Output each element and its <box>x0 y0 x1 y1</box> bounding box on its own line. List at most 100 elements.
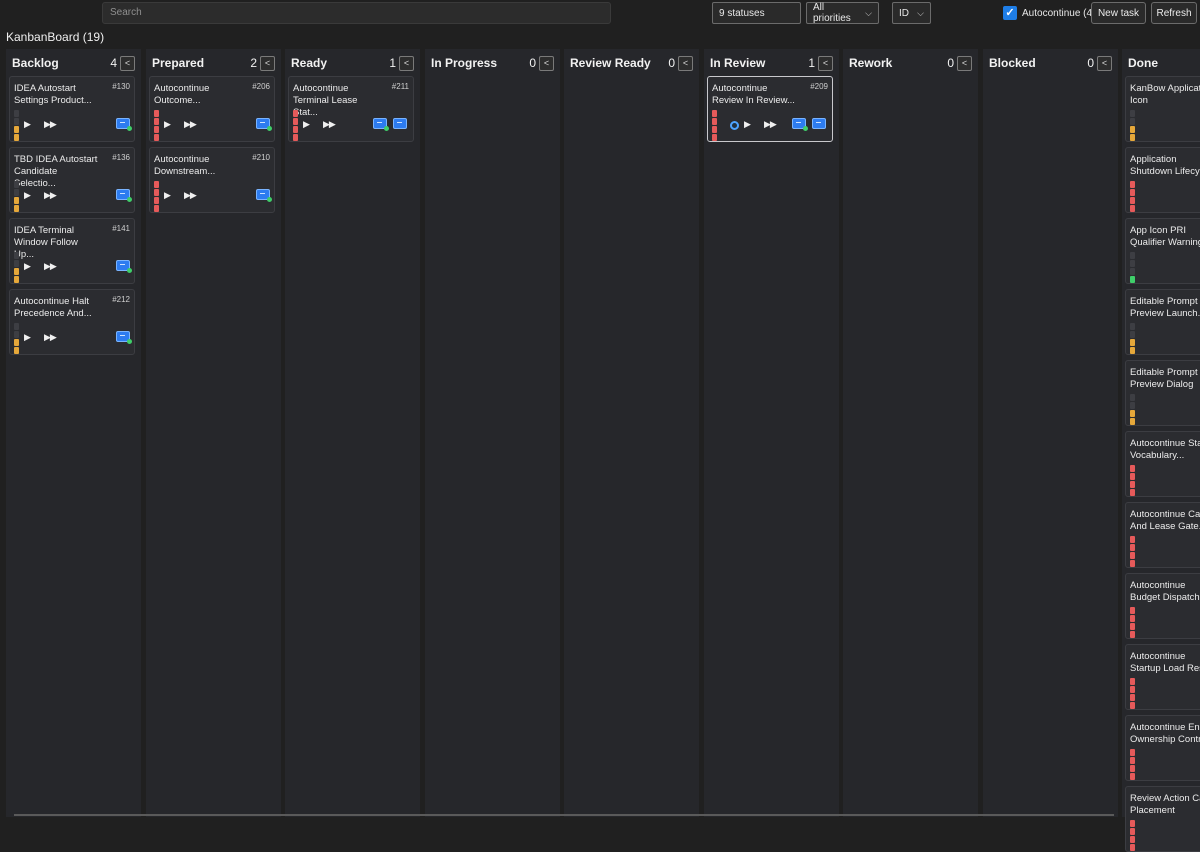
task-card[interactable]: Editable Prompt Preview Dialog <box>1125 360 1200 426</box>
chevron-down-icon: ⌵ <box>917 7 924 18</box>
column-count: 0 <box>529 56 536 70</box>
refresh-button[interactable]: Refresh <box>1151 2 1197 24</box>
task-card[interactable]: IDEA Terminal Window Follow Up... #141 ▶ ▶▶ <box>9 218 135 284</box>
task-card[interactable]: KanBow Applicati Icon <box>1125 76 1200 142</box>
sort-dropdown[interactable]: ID ⌵ <box>892 2 931 24</box>
priority-filter-dropdown[interactable]: All priorities ⌵ <box>806 2 879 24</box>
search-input[interactable]: Search <box>102 2 611 24</box>
status-filter-dropdown[interactable]: 9 statuses <box>712 2 801 24</box>
priority-indicator <box>1130 678 1135 710</box>
card-title: Review Action Ca Placement <box>1130 793 1200 816</box>
task-card[interactable]: Application Shutdown Lifecy <box>1125 147 1200 213</box>
task-card[interactable]: IDEA Autostart Settings Product... #130 ▶ ▶… <box>9 76 135 142</box>
collapse-column-button[interactable]: < <box>957 55 972 71</box>
priority-indicator <box>1130 536 1135 568</box>
column-title: Ready <box>291 56 328 70</box>
play-icon[interactable]: ▶ <box>24 332 31 343</box>
fast-forward-icon[interactable]: ▶▶ <box>764 119 777 130</box>
task-card[interactable]: Autocontinue Sta Vocabulary... <box>1125 431 1200 497</box>
priority-indicator <box>1130 465 1135 497</box>
terminal-icon[interactable] <box>792 118 808 131</box>
sort-label: ID <box>899 7 909 19</box>
card-title: Autocontinue Outcome... <box>154 83 210 106</box>
terminal-icon[interactable] <box>256 189 272 202</box>
column-title: In Review <box>710 56 766 70</box>
priority-indicator <box>1130 323 1135 355</box>
priority-indicator <box>293 110 298 142</box>
play-icon[interactable]: ▶ <box>24 119 31 130</box>
play-icon[interactable]: ▶ <box>164 190 171 201</box>
play-icon[interactable]: ▶ <box>303 119 310 130</box>
task-card[interactable]: Autocontinue Terminal Lease Stat... #211 ▶… <box>288 76 414 142</box>
collapse-column-button[interactable]: < <box>1097 55 1112 71</box>
task-card[interactable]: Autocontinue Startup Load Resu <box>1125 644 1200 710</box>
task-card[interactable]: TBD IDEA Autostart Candidate Selectio...… <box>9 147 135 213</box>
task-card[interactable]: Autocontinue Review In Review... #209 ▶ ▶▶ <box>707 76 833 142</box>
column-count: 0 <box>668 56 675 70</box>
priority-indicator <box>1130 607 1135 639</box>
column-count: 4 <box>110 56 117 70</box>
play-icon[interactable]: ▶ <box>24 190 31 201</box>
task-card[interactable]: Review Action Ca Placement <box>1125 786 1200 852</box>
task-card[interactable]: Autocontinue Cap And Lease Gate... <box>1125 502 1200 568</box>
column-header: Prepared 2 < <box>152 54 275 72</box>
task-card[interactable]: Autocontinue Eng Ownership Contr <box>1125 715 1200 781</box>
task-card[interactable]: App Icon PRI Qualifier Warning <box>1125 218 1200 284</box>
fast-forward-icon[interactable]: ▶▶ <box>184 190 197 201</box>
task-card[interactable]: Editable Prompt Preview Launch... <box>1125 289 1200 355</box>
collapse-column-button[interactable]: < <box>818 55 833 71</box>
card-title: Autocontinue Eng Ownership Contr <box>1130 722 1200 745</box>
card-title: Autocontinue Budget Dispatch <box>1130 580 1200 603</box>
card-id: #206 <box>252 82 270 91</box>
terminal-icon[interactable] <box>393 118 407 129</box>
card-title: IDEA Terminal Window Follow Up... <box>14 225 78 260</box>
terminal-icon[interactable] <box>373 118 389 131</box>
column-title: Rework <box>849 56 893 70</box>
column-backlog: Backlog 4 < IDEA Autostart Settings Product… <box>6 49 141 817</box>
task-card[interactable]: Autocontinue Downstream... #210 ▶ ▶▶ <box>149 147 275 213</box>
card-title: Editable Prompt Preview Launch... <box>1130 296 1200 319</box>
card-id: #130 <box>112 82 130 91</box>
fast-forward-icon[interactable]: ▶▶ <box>184 119 197 130</box>
play-icon[interactable]: ▶ <box>164 119 171 130</box>
terminal-icon[interactable] <box>256 118 272 131</box>
fast-forward-icon[interactable]: ▶▶ <box>44 261 57 272</box>
column-title: Review Ready <box>570 56 651 70</box>
terminal-icon[interactable] <box>116 331 132 344</box>
new-task-button[interactable]: New task <box>1091 2 1146 24</box>
priority-indicator <box>712 110 717 142</box>
terminal-icon[interactable] <box>116 118 132 131</box>
priority-indicator <box>1130 181 1135 213</box>
collapse-column-button[interactable]: < <box>539 55 554 71</box>
priority-indicator <box>1130 820 1135 852</box>
column-header: Ready 1 < <box>291 54 414 72</box>
task-card[interactable]: Autocontinue Outcome... #206 ▶ ▶▶ <box>149 76 275 142</box>
column-done: Done KanBow Applicati Icon Application Shu… <box>1122 49 1200 852</box>
horizontal-scrollbar[interactable] <box>14 814 1114 816</box>
column-header: Backlog 4 < <box>12 54 135 72</box>
play-icon[interactable]: ▶ <box>744 119 751 130</box>
column-header: Rework 0 < <box>849 54 972 72</box>
priority-filter-label: All priorities <box>813 2 851 24</box>
card-title: Autocontinue Downstream... <box>154 154 216 177</box>
fast-forward-icon[interactable]: ▶▶ <box>323 119 336 130</box>
priority-indicator <box>14 181 19 213</box>
column-in-progress: In Progress 0 < <box>425 49 560 817</box>
card-title: App Icon PRI Qualifier Warning <box>1130 225 1200 248</box>
play-icon[interactable]: ▶ <box>24 261 31 272</box>
collapse-column-button[interactable]: < <box>399 55 414 71</box>
task-card[interactable]: Autocontinue Budget Dispatch <box>1125 573 1200 639</box>
terminal-icon[interactable] <box>116 260 132 273</box>
card-title: Autocontinue Cap And Lease Gate... <box>1130 509 1200 532</box>
task-card[interactable]: Autocontinue Halt Precedence And... #212 ▶… <box>9 289 135 355</box>
autocontinue-toggle[interactable]: ✓ Autocontinue (4) <box>1003 4 1095 22</box>
collapse-column-button[interactable]: < <box>678 55 693 71</box>
collapse-column-button[interactable]: < <box>260 55 275 71</box>
fast-forward-icon[interactable]: ▶▶ <box>44 190 57 201</box>
terminal-icon[interactable] <box>116 189 132 202</box>
fast-forward-icon[interactable]: ▶▶ <box>44 332 57 343</box>
terminal-icon[interactable] <box>812 118 826 129</box>
fast-forward-icon[interactable]: ▶▶ <box>44 119 57 130</box>
autocontinue-checkbox[interactable]: ✓ <box>1003 6 1017 20</box>
collapse-column-button[interactable]: < <box>120 55 135 71</box>
